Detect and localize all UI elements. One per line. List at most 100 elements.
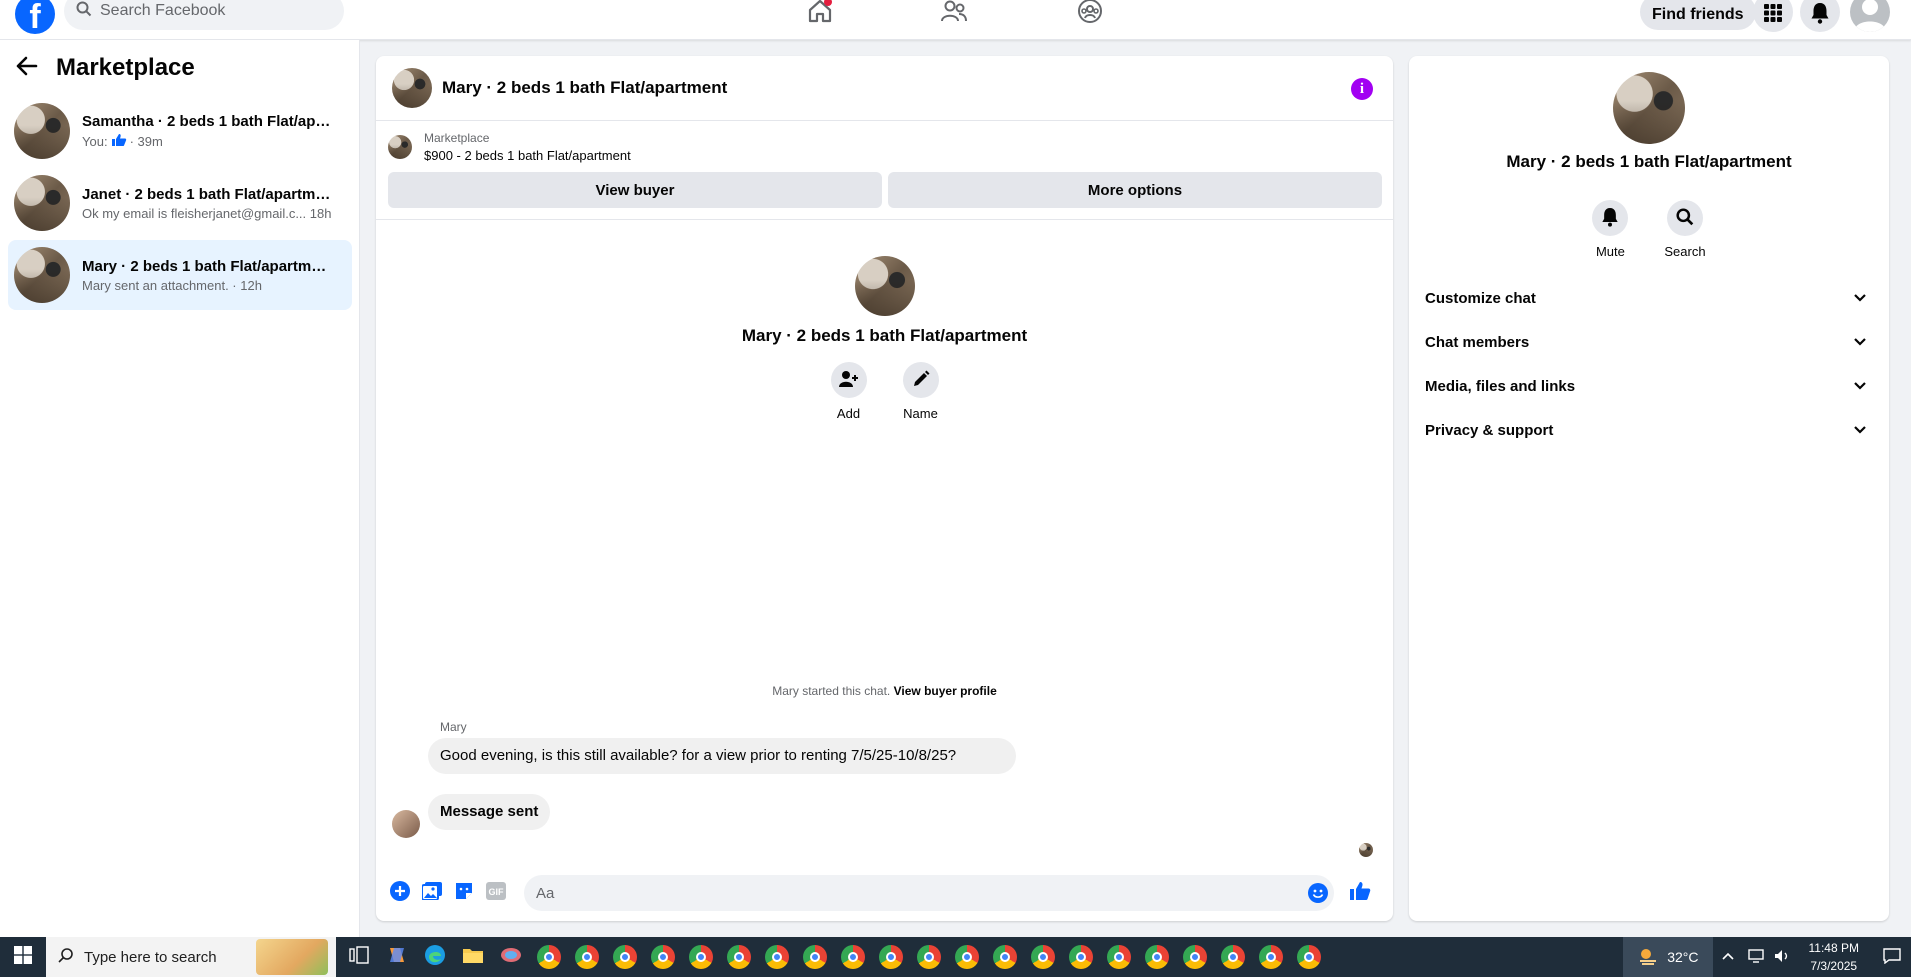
privacy-support-section[interactable]: Privacy & support — [1425, 412, 1873, 448]
message-bubble[interactable]: Good evening, is this still available? f… — [428, 738, 1016, 774]
find-friends-button[interactable]: Find friends — [1640, 0, 1756, 30]
chat-members-section[interactable]: Chat members — [1425, 324, 1873, 360]
chrome-app[interactable] — [1062, 937, 1100, 977]
chrome-icon — [1107, 945, 1131, 969]
chat-header-avatar[interactable] — [392, 68, 432, 108]
groups-nav-button[interactable] — [1070, 0, 1110, 26]
attach-photo-button[interactable] — [416, 877, 448, 909]
notifications-button[interactable] — [1800, 0, 1840, 32]
home-nav-button[interactable] — [800, 0, 840, 26]
chrome-app[interactable] — [1252, 937, 1290, 977]
chrome-app[interactable] — [644, 937, 682, 977]
conversation-name: Janet · 2 beds 1 bath Flat/apartment — [82, 185, 332, 203]
search-in-chat-button[interactable]: Search — [1664, 200, 1706, 259]
file-explorer-app[interactable] — [454, 937, 492, 977]
chrome-icon — [1297, 945, 1321, 969]
chrome-app[interactable] — [530, 937, 568, 977]
search-icon — [58, 947, 74, 968]
groups-icon — [1077, 0, 1103, 29]
add-people-button[interactable]: Add — [830, 362, 867, 421]
network-icon[interactable] — [1743, 948, 1769, 967]
emoji-icon[interactable] — [1308, 883, 1328, 908]
name-chat-button[interactable]: Name — [902, 362, 939, 421]
taskbar-search[interactable] — [46, 937, 336, 977]
chrome-app[interactable] — [1176, 937, 1214, 977]
account-avatar[interactable] — [1850, 0, 1890, 32]
chrome-app[interactable] — [1138, 937, 1176, 977]
chrome-app[interactable] — [910, 937, 948, 977]
volume-icon[interactable] — [1769, 948, 1795, 967]
conversation-preview: You: · 39m — [82, 133, 332, 150]
media-files-links-section[interactable]: Media, files and links — [1425, 368, 1873, 404]
edge-app[interactable] — [416, 937, 454, 977]
chrome-app[interactable] — [948, 937, 986, 977]
chrome-app[interactable] — [1100, 937, 1138, 977]
add-label: Add — [836, 406, 861, 421]
chrome-icon — [803, 945, 827, 969]
chrome-app[interactable] — [1024, 937, 1062, 977]
details-avatar[interactable] — [1613, 72, 1685, 144]
add-person-icon — [838, 370, 859, 391]
notification-center-icon[interactable] — [1873, 947, 1911, 967]
chrome-app[interactable] — [606, 937, 644, 977]
customize-chat-section[interactable]: Customize chat — [1425, 280, 1873, 316]
send-like-button[interactable] — [1344, 877, 1376, 909]
preview-prefix: You: — [82, 133, 108, 149]
sticker-icon — [454, 881, 474, 906]
gif-button[interactable]: GIF — [480, 877, 512, 909]
message-bubble[interactable]: Message sent — [428, 794, 551, 830]
chrome-app[interactable] — [568, 937, 606, 977]
sticker-button[interactable] — [448, 877, 480, 909]
message-input[interactable] — [536, 884, 1296, 902]
thumbs-up-icon — [1349, 881, 1371, 906]
conversation-mary[interactable]: Mary · 2 beds 1 bath Flat/apartment Mary… — [8, 240, 352, 310]
facebook-logo[interactable]: f — [15, 0, 55, 34]
listing-title[interactable]: $900 - 2 beds 1 bath Flat/apartment — [424, 148, 631, 163]
chevron-down-icon — [1853, 290, 1867, 307]
chrome-app[interactable] — [720, 937, 758, 977]
search-highlight-image — [256, 939, 328, 975]
conversation-samantha[interactable]: Samantha · 2 beds 1 bath Flat/apar... Yo… — [8, 96, 352, 166]
chat-window: Mary · 2 beds 1 bath Flat/apartment i Ma… — [376, 56, 1393, 921]
search-box[interactable] — [64, 0, 344, 30]
preview-time: · 39m — [129, 133, 163, 149]
chat-header: Mary · 2 beds 1 bath Flat/apartment i — [376, 56, 1393, 121]
more-actions-button[interactable] — [384, 877, 416, 909]
taskbar-search-input[interactable] — [84, 948, 254, 966]
start-button[interactable] — [0, 937, 46, 977]
chrome-app[interactable] — [1214, 937, 1252, 977]
chrome-app[interactable] — [682, 937, 720, 977]
conversation-janet[interactable]: Janet · 2 beds 1 bath Flat/apartment Ok … — [8, 168, 352, 238]
chat-title[interactable]: Mary · 2 beds 1 bath Flat/apartment — [442, 78, 727, 98]
view-buyer-button[interactable]: View buyer — [388, 172, 882, 208]
back-arrow-icon[interactable] — [16, 56, 38, 81]
windows-logo-icon — [14, 945, 32, 969]
chrome-app[interactable] — [872, 937, 910, 977]
chrome-app[interactable] — [758, 937, 796, 977]
sender-avatar[interactable] — [392, 810, 420, 838]
chrome-app[interactable] — [834, 937, 872, 977]
clock[interactable]: 11:48 PM 7/3/2025 — [1795, 939, 1873, 975]
chevron-up-icon[interactable] — [1713, 950, 1743, 964]
search-icon — [76, 1, 92, 22]
menu-button[interactable] — [1753, 0, 1793, 32]
chrome-app[interactable] — [796, 937, 834, 977]
info-icon[interactable]: i — [1351, 78, 1373, 100]
search-icon — [1676, 207, 1694, 229]
chrome-app[interactable] — [1290, 937, 1328, 977]
weather-widget[interactable]: 32°C — [1623, 937, 1713, 977]
chrome-icon — [689, 945, 713, 969]
view-buyer-profile-link[interactable]: View buyer profile — [894, 684, 997, 698]
chrome-app[interactable] — [986, 937, 1024, 977]
chrome-icon — [917, 945, 941, 969]
photos-app[interactable] — [492, 937, 530, 977]
profile-silhouette-icon — [1854, 0, 1886, 32]
copilot-app[interactable] — [378, 937, 416, 977]
search-facebook-input[interactable] — [100, 2, 320, 20]
more-options-button[interactable]: More options — [888, 172, 1382, 208]
task-view-button[interactable] — [340, 937, 378, 977]
system-tray: 32°C 11:48 PM 7/3/2025 — [1623, 937, 1911, 977]
listing-thumbnail[interactable] — [388, 135, 412, 159]
friends-nav-button[interactable] — [934, 0, 974, 26]
mute-button[interactable]: Mute — [1592, 200, 1629, 259]
